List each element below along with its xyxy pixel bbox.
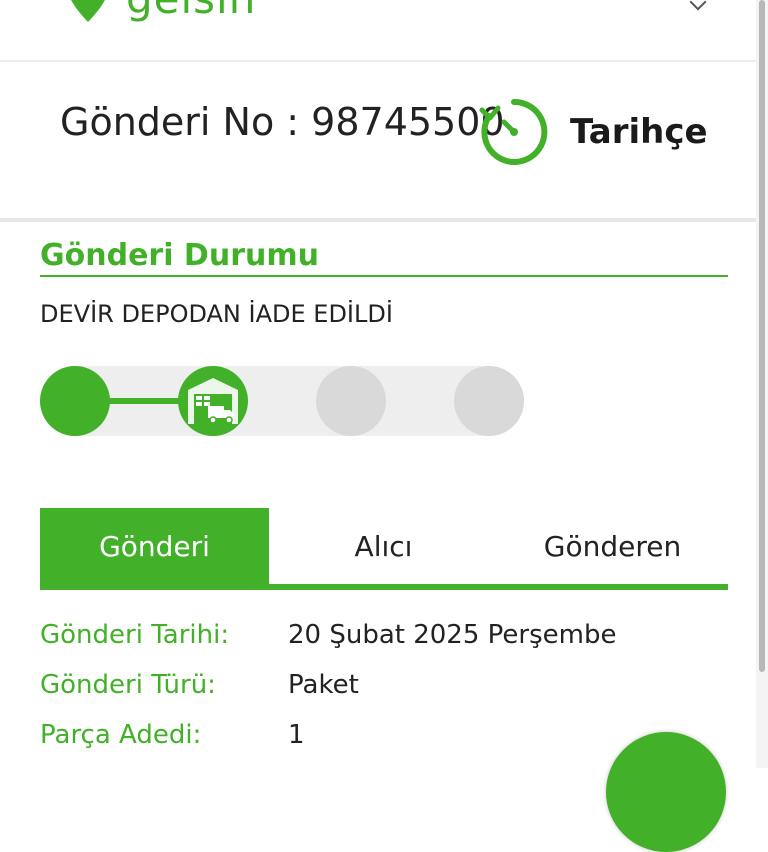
scrollbar-thumb[interactable] bbox=[759, 0, 765, 672]
history-label: Tarihçe bbox=[570, 112, 708, 152]
detail-label: Gönderi Türü: bbox=[40, 670, 216, 700]
tab-sender[interactable]: Gönderen bbox=[498, 508, 727, 584]
tab-recipient[interactable]: Alıcı bbox=[269, 508, 498, 584]
progress-step-2 bbox=[178, 366, 248, 436]
logo-text[interactable]: gelsin bbox=[126, 0, 256, 23]
warehouse-truck-icon bbox=[188, 378, 238, 424]
detail-label: Parça Adedi: bbox=[40, 720, 202, 750]
app-header: gelsin bbox=[0, 0, 756, 62]
history-button[interactable]: Tarihçe bbox=[478, 94, 728, 170]
progress-step-1 bbox=[40, 366, 110, 436]
shipment-number: Gönderi No : 98745500 bbox=[60, 100, 505, 144]
detail-value: Paket bbox=[288, 670, 359, 700]
detail-tabs: Gönderi Alıcı Gönderen bbox=[40, 508, 728, 590]
history-clock-icon bbox=[479, 98, 548, 165]
progress-step-4 bbox=[454, 366, 524, 436]
chevron-down-icon[interactable] bbox=[689, 0, 707, 11]
location-pin-icon bbox=[71, 0, 105, 22]
detail-label: Gönderi Tarihi: bbox=[40, 620, 230, 650]
detail-value: 20 Şubat 2025 Perşembe bbox=[288, 620, 617, 650]
shipment-status-text: DEVİR DEPODAN İADE EDİLDİ bbox=[40, 300, 393, 328]
detail-row-type: Gönderi Türü: Paket bbox=[40, 670, 728, 710]
tab-shipment[interactable]: Gönderi bbox=[40, 508, 269, 584]
detail-value: 1 bbox=[288, 720, 305, 750]
progress-step-3 bbox=[316, 366, 386, 436]
detail-row-date: Gönderi Tarihi: 20 Şubat 2025 Perşembe bbox=[40, 620, 728, 660]
scrollbar[interactable] bbox=[756, 0, 768, 768]
shipment-status-title: Gönderi Durumu bbox=[40, 238, 728, 277]
progress-connector bbox=[108, 398, 182, 404]
chat-fab-button[interactable] bbox=[606, 732, 726, 852]
